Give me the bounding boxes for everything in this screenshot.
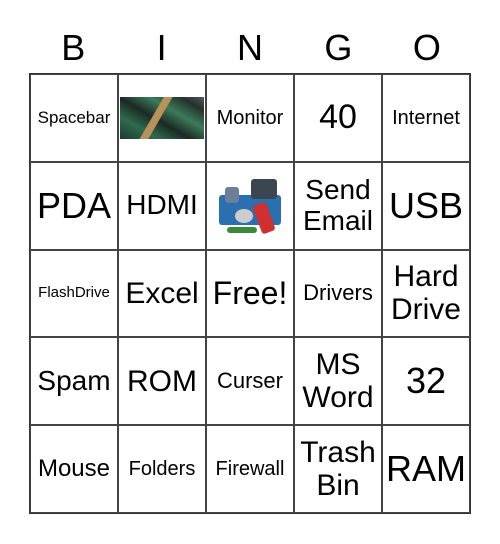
bingo-cell[interactable]: Monitor: [206, 74, 294, 162]
bingo-cell[interactable]: Trash Bin: [294, 425, 382, 513]
header-letter: B: [61, 27, 86, 68]
computer-hardware-image: [211, 173, 289, 239]
header-letter: O: [412, 27, 441, 68]
bingo-cell[interactable]: ROM: [118, 337, 206, 426]
cell-text: Drivers: [303, 280, 373, 306]
cell-text: ROM: [127, 364, 197, 398]
bingo-cell[interactable]: Send Email: [294, 161, 382, 250]
cell-text: Internet: [392, 106, 460, 129]
bingo-cell[interactable]: Folders: [118, 425, 206, 513]
cell-text: 40: [319, 98, 357, 137]
bingo-cell[interactable]: USB: [382, 161, 470, 250]
cell-text: Send Email: [302, 173, 373, 236]
header-letter: N: [237, 27, 264, 68]
cell-text: USB: [388, 184, 464, 226]
bingo-cell[interactable]: Internet: [382, 74, 470, 162]
bingo-cell[interactable]: Free!: [206, 249, 294, 338]
cell-text: Folders: [128, 458, 196, 481]
bingo-cell[interactable]: Drivers: [294, 249, 382, 338]
bingo-cell[interactable]: Spacebar: [30, 74, 118, 162]
bingo-cell[interactable]: [206, 161, 294, 250]
cell-text: Curser: [216, 368, 283, 394]
cell-text: Trash Bin: [300, 436, 376, 503]
cell-text: PDA: [36, 184, 112, 226]
cell-text: Excel: [125, 276, 199, 310]
cell-text: Spam: [37, 364, 111, 396]
cell-text: FlashDrive: [38, 284, 110, 302]
cell-text: Mouse: [37, 454, 111, 482]
header-letter: G: [324, 27, 353, 68]
bingo-cell[interactable]: MS Word: [294, 337, 382, 426]
cell-text: Firewall: [215, 458, 285, 481]
bingo-cell[interactable]: HDMI: [118, 161, 206, 250]
header-letter: I: [156, 27, 167, 68]
cell-text: Monitor: [216, 106, 284, 129]
computer-chips-image: [120, 96, 204, 139]
bingo-cell[interactable]: Spam: [30, 337, 118, 426]
bingo-cell[interactable]: PDA: [30, 161, 118, 250]
bingo-cell[interactable]: Curser: [206, 337, 294, 426]
cell-text: MS Word: [302, 348, 374, 415]
cell-text: Free!: [212, 274, 288, 311]
cell-text: RAM: [386, 448, 466, 490]
cell-text: Spacebar: [37, 107, 111, 127]
bingo-cell[interactable]: Firewall: [206, 425, 294, 513]
bingo-cell[interactable]: 32: [382, 337, 470, 426]
bingo-cell[interactable]: Mouse: [30, 425, 118, 513]
bingo-cell[interactable]: Excel: [118, 249, 206, 338]
bingo-header: BINGO: [29, 26, 471, 70]
bingo-cell[interactable]: FlashDrive: [30, 249, 118, 338]
bingo-cell[interactable]: Hard Drive: [382, 249, 470, 338]
bingo-cell[interactable]: [118, 74, 206, 162]
bingo-grid: Spacebar Monitor 40 Internet PDA HDMI Send Ema…: [29, 73, 471, 514]
cell-text: 32: [405, 360, 447, 402]
cell-text: Hard Drive: [390, 260, 461, 327]
bingo-cell[interactable]: 40: [294, 74, 382, 162]
bingo-cell[interactable]: RAM: [382, 425, 470, 513]
cell-text: HDMI: [126, 189, 198, 221]
